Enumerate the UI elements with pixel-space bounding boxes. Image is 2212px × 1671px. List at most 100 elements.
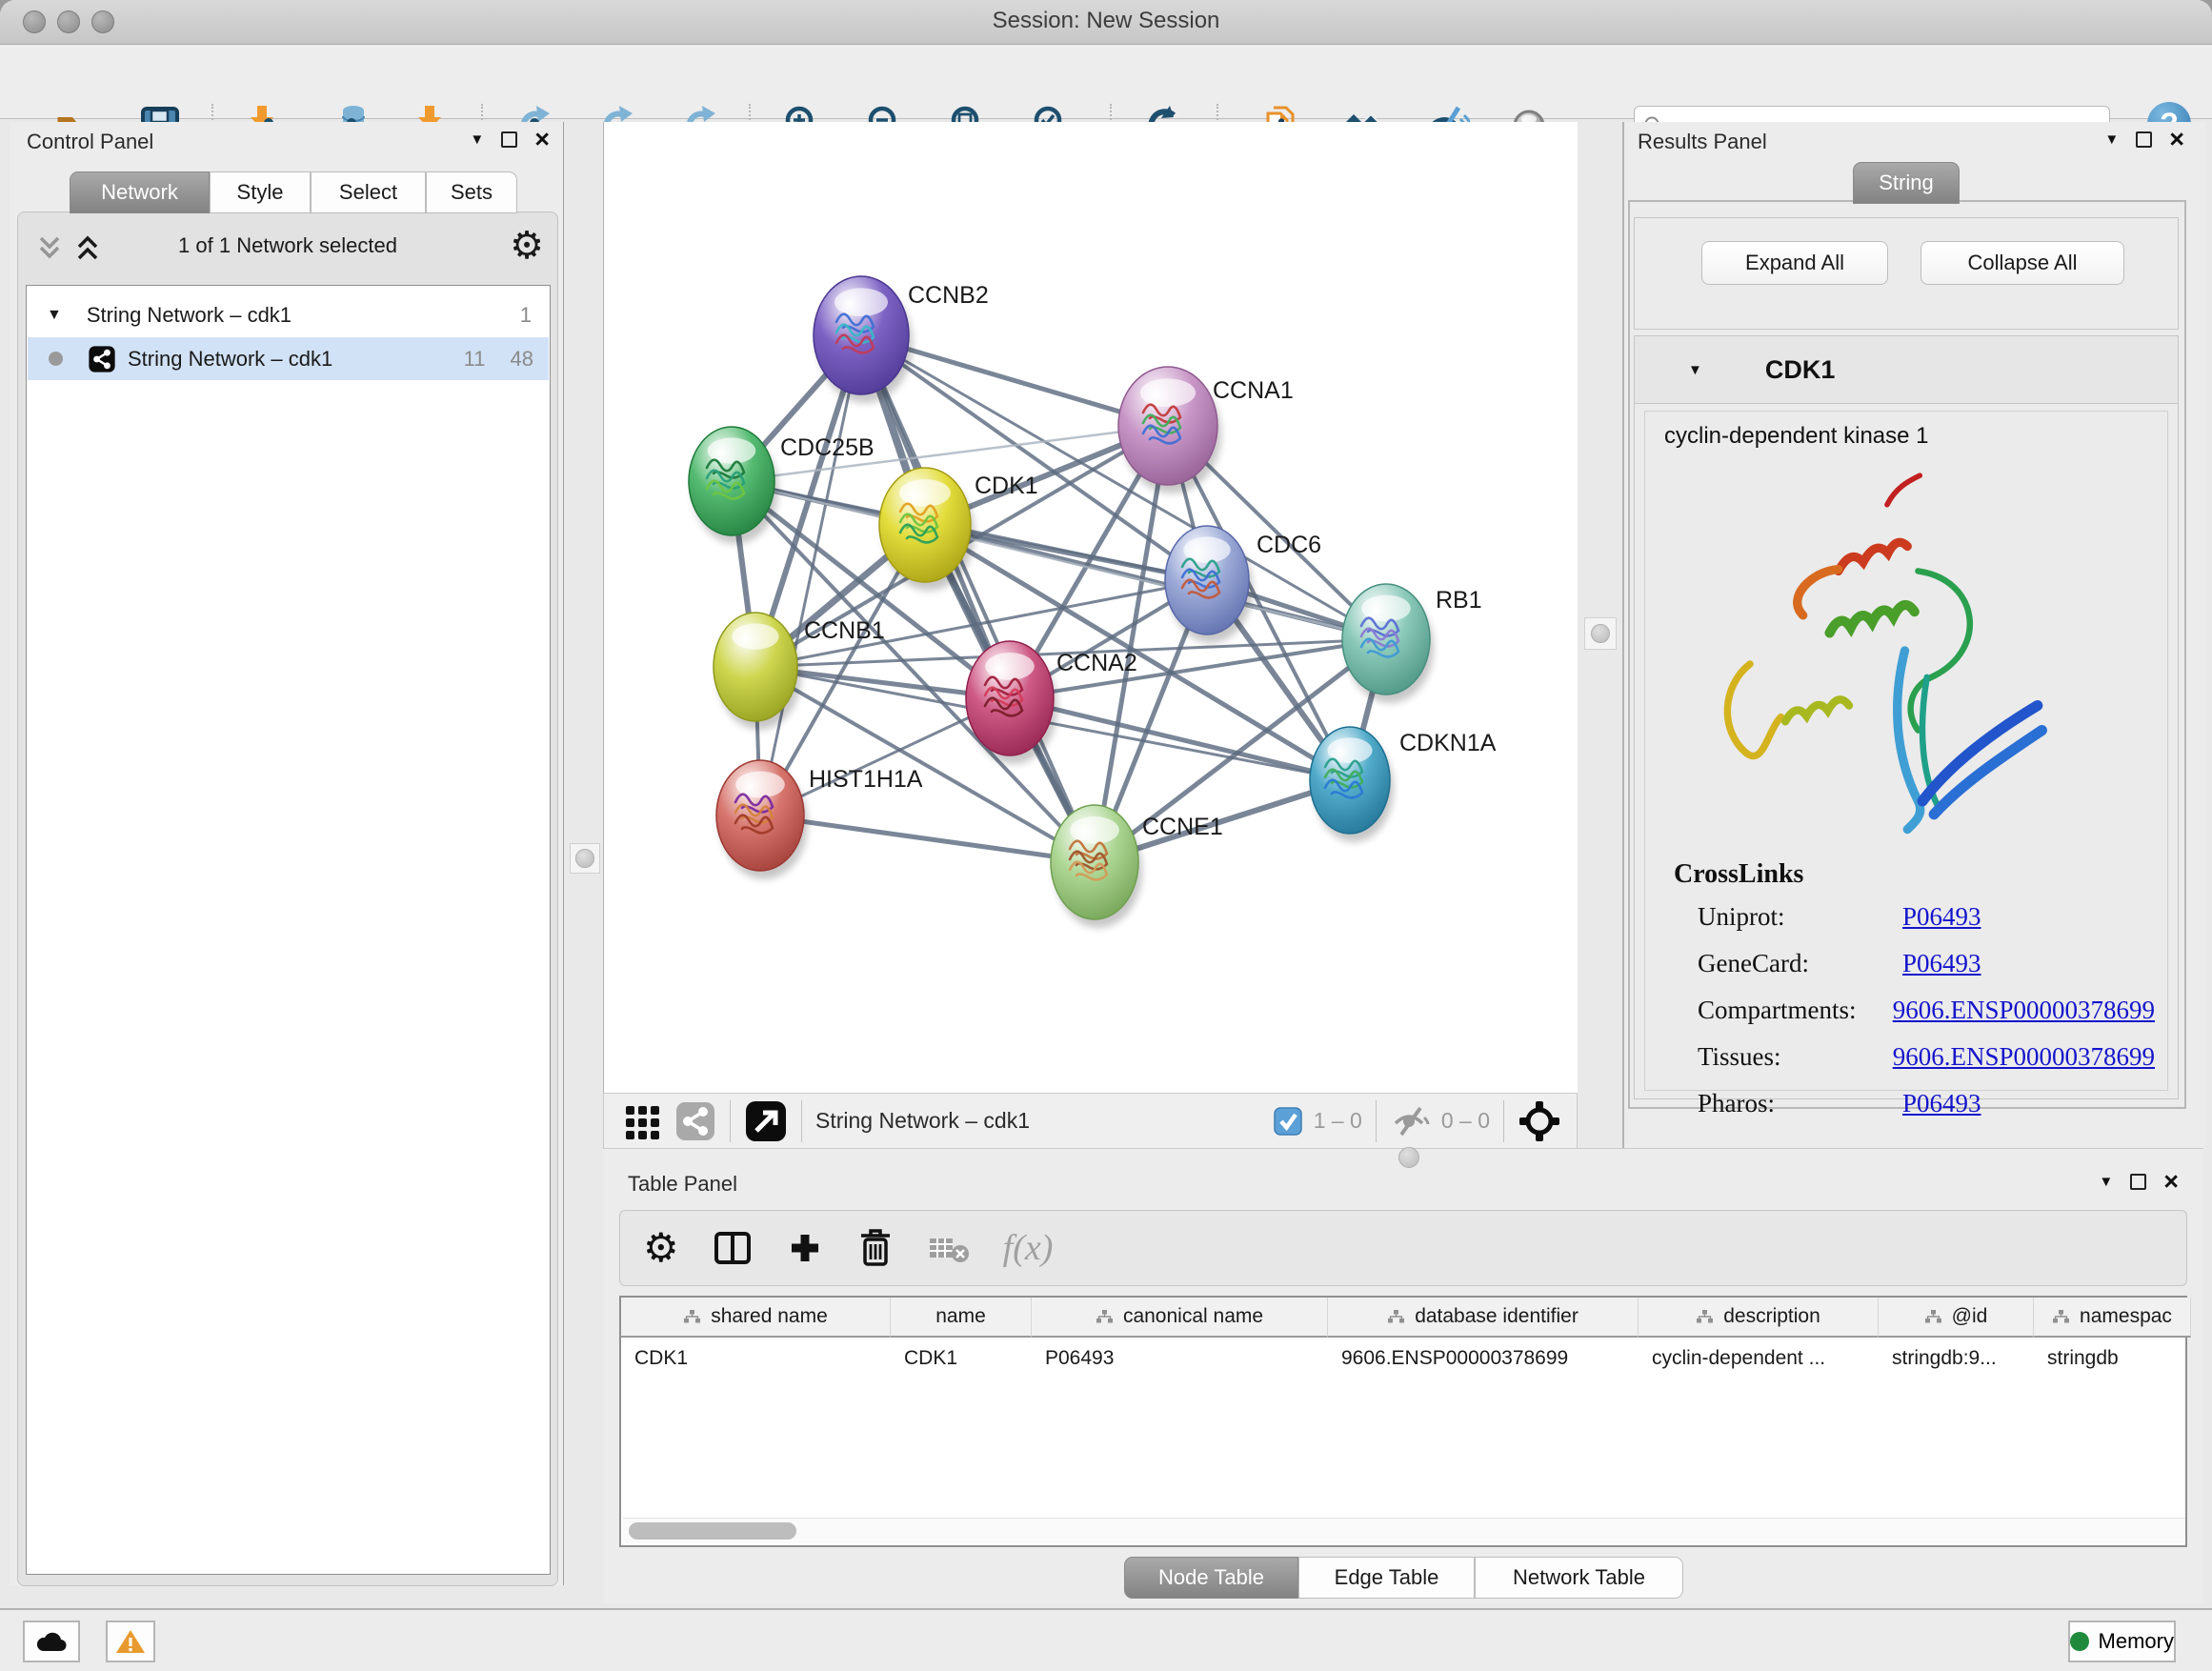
network-edge-CCNB2-HIST1H1A[interactable] (760, 335, 861, 815)
tab-sets[interactable]: Sets (426, 171, 517, 213)
tab-network-table[interactable]: Network Table (1475, 1557, 1683, 1599)
node-label-CCNB1: CCNB1 (804, 617, 885, 644)
horizontal-splitter-handle[interactable] (1398, 1147, 1419, 1168)
memory-button[interactable]: Memory (2068, 1621, 2176, 1662)
hidden-eye-slash-icon[interactable] (1390, 1104, 1432, 1138)
network-node-CCNE1[interactable]: CCNE1 (1051, 805, 1223, 928)
table-cell[interactable]: stringdb (2034, 1339, 2191, 1378)
column-type-icon (1696, 1309, 1714, 1324)
table-cell[interactable]: cyclin-dependent ... (1639, 1339, 1879, 1378)
tree-row-network[interactable]: String Network – cdk1 11 48 (28, 337, 549, 380)
network-node-CCNA1[interactable]: CCNA1 (1118, 367, 1294, 493)
right-splitter-handle[interactable] (1584, 617, 1617, 650)
network-node-RB1[interactable]: RB1 (1342, 584, 1482, 703)
close-table-panel-icon[interactable]: × (2163, 1174, 2179, 1190)
right-splitter[interactable] (1578, 122, 1622, 1148)
tab-network[interactable]: Network (70, 171, 210, 213)
column-header--id[interactable]: @id (1879, 1298, 2034, 1338)
close-results-icon[interactable]: × (2169, 131, 2184, 148)
network-node-CDC6[interactable]: CDC6 (1165, 526, 1321, 643)
column-header-shared-name[interactable]: shared name (621, 1298, 891, 1338)
float-panel-icon[interactable] (501, 131, 517, 148)
table-horizontal-scrollbar[interactable] (623, 1518, 2185, 1543)
table-toolbar: ⚙ f(x) (619, 1210, 2187, 1286)
column-header-canonical-name[interactable]: canonical name (1032, 1298, 1328, 1338)
tree-row-network-collection[interactable]: ▼ String Network – cdk1 1 (28, 293, 549, 336)
table-cell[interactable]: stringdb:9... (1879, 1339, 2034, 1378)
crosslink-row: Compartments: 9606.ENSP00000378699 (1698, 996, 2155, 1025)
network-view-canvas[interactable]: CCNB2 CCNA1 CDC25B CDK1 CDC6 (603, 122, 1579, 1093)
crosslink-value-link[interactable]: P06493 (1902, 902, 1981, 932)
crosslink-row: Pharos: P06493 (1698, 1089, 2155, 1118)
status-bar: Memory (0, 1608, 2212, 1671)
close-panel-icon[interactable]: × (534, 131, 550, 148)
network-node-CDC25B[interactable]: CDC25B (689, 427, 875, 544)
selected-nodes-checkbox[interactable] (1274, 1107, 1302, 1136)
column-header-description[interactable]: description (1639, 1298, 1879, 1338)
show-columns-icon[interactable] (712, 1227, 754, 1269)
tab-node-table[interactable]: Node Table (1124, 1557, 1298, 1599)
table-cell[interactable]: P06493 (1032, 1339, 1328, 1378)
collapse-panel-icon[interactable]: ▼ (470, 131, 484, 148)
table-cell[interactable]: CDK1 (621, 1339, 891, 1378)
collapse-all-button[interactable]: Collapse All (1920, 241, 2124, 285)
cdk1-section-header[interactable]: ▼ CDK1 (1635, 336, 2178, 404)
network-node-CDKN1A[interactable]: CDKN1A (1310, 727, 1497, 842)
column-header-label: canonical name (1123, 1305, 1263, 1328)
crosslink-value-link[interactable]: 9606.ENSP00000378699 (1893, 1042, 2155, 1072)
crosslink-value-link[interactable]: P06493 (1902, 1089, 1981, 1118)
column-header-name[interactable]: name (891, 1298, 1032, 1338)
tab-string[interactable]: String (1853, 162, 1960, 204)
scrollbar-thumb[interactable] (629, 1522, 796, 1540)
collapse-results-icon[interactable]: ▼ (2104, 131, 2119, 148)
string-network-icon (88, 345, 116, 373)
cdk1-section-title: CDK1 (1765, 355, 1836, 385)
selected-count: 1 – 0 (1314, 1108, 1362, 1134)
left-splitter[interactable] (563, 122, 604, 1585)
collapse-table-panel-icon[interactable]: ▼ (2099, 1174, 2113, 1190)
function-builder-icon[interactable]: f(x) (1003, 1227, 1054, 1269)
column-header-database-identifier[interactable]: database identifier (1328, 1298, 1639, 1338)
network-status-dot (49, 352, 63, 366)
table-settings-gear-icon[interactable]: ⚙ (643, 1228, 679, 1268)
left-splitter-handle[interactable] (570, 843, 600, 874)
crosslink-value-link[interactable]: 9606.ENSP00000378699 (1893, 996, 2155, 1025)
tab-select[interactable]: Select (311, 171, 426, 213)
string-results-container: Expand All Collapse All ▼ CDK1 cyclin-de… (1628, 200, 2186, 1109)
center-view-crosshair-icon[interactable] (1518, 1099, 1561, 1143)
delete-column-trash-icon[interactable] (856, 1227, 895, 1269)
tree-expand-icon[interactable]: ▼ (47, 307, 62, 324)
tree-row-count: 1 (520, 303, 532, 328)
crosslink-value-link[interactable]: P06493 (1902, 949, 1981, 978)
network-edge-HIST1H1A-CCNE1[interactable] (760, 815, 1095, 862)
node-label-CDC25B: CDC25B (780, 434, 875, 461)
network-node-CDK1[interactable]: CDK1 (879, 468, 1038, 591)
column-type-icon (1387, 1309, 1405, 1324)
add-column-icon[interactable] (786, 1229, 824, 1267)
float-table-panel-icon[interactable] (2130, 1174, 2146, 1190)
expand-all-button[interactable]: Expand All (1701, 241, 1888, 285)
column-header-namespac[interactable]: namespac (2034, 1298, 2191, 1338)
network-node-HIST1H1A[interactable]: HIST1H1A (716, 760, 923, 879)
network-share-icon[interactable] (674, 1100, 716, 1142)
network-node-CCNB2[interactable]: CCNB2 (814, 276, 989, 403)
crosslink-label: Compartments: (1698, 996, 1893, 1025)
node-label-CCNB2: CCNB2 (908, 282, 989, 309)
tab-style[interactable]: Style (210, 171, 311, 213)
detach-view-icon[interactable] (744, 1099, 788, 1143)
column-header-label: namespac (2080, 1305, 2172, 1328)
network-options-gear-icon[interactable]: ⚙ (510, 224, 544, 268)
table-cell[interactable]: CDK1 (891, 1339, 1032, 1378)
titlebar: Session: New Session (0, 0, 2212, 45)
float-results-icon[interactable] (2136, 131, 2152, 148)
network-node-CCNA2[interactable]: CCNA2 (966, 641, 1137, 764)
table-cell[interactable]: 9606.ENSP00000378699 (1328, 1339, 1639, 1378)
cloud-status-button[interactable] (23, 1621, 80, 1662)
warning-status-button[interactable] (106, 1621, 155, 1662)
delete-table-icon[interactable] (927, 1231, 971, 1265)
tab-edge-table[interactable]: Edge Table (1298, 1557, 1475, 1599)
network-view-toolbar: String Network – cdk1 1 – 0 0 – 0 (603, 1093, 1578, 1148)
tree-row-label: String Network – cdk1 (128, 347, 332, 372)
cdk1-collapse-icon[interactable]: ▼ (1688, 362, 1702, 378)
grid-view-icon[interactable] (623, 1101, 663, 1141)
